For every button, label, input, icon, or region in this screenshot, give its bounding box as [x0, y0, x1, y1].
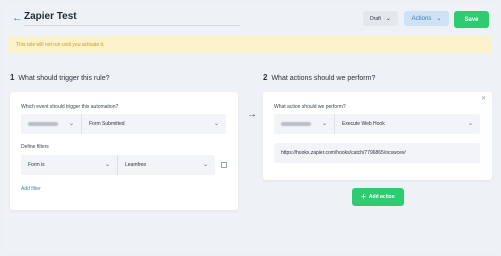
- filters-label: Define filters: [21, 144, 49, 150]
- plus-icon: +: [361, 192, 366, 201]
- filter-operator-value: Form is: [28, 162, 45, 168]
- actions-section-title: 2 What actions should we perform?: [263, 73, 375, 82]
- filter-operator-select[interactable]: Form is ⌄: [21, 155, 117, 175]
- actions-label: Actions: [411, 15, 432, 22]
- chevron-down-icon: ⌄: [202, 162, 208, 168]
- webhook-url-input[interactable]: https://hooks.zapier.com/hooks/catch/779…: [274, 143, 480, 163]
- save-button[interactable]: Save: [454, 11, 489, 28]
- actions-dropdown[interactable]: Actions ⌄: [404, 11, 449, 26]
- add-action-label: Add action: [368, 194, 395, 200]
- event-select[interactable]: ⌄ Form Submitted ⌄: [21, 114, 226, 134]
- chevron-down-icon: ⌄: [213, 121, 219, 127]
- section-title-text: What should trigger this rule?: [18, 75, 110, 82]
- blurred-app-name: [28, 122, 58, 126]
- arrow-right-icon: →: [247, 109, 257, 120]
- chevron-down-icon: ⌄: [436, 15, 442, 22]
- filter-value: Leamfree: [125, 162, 147, 168]
- section-title-text: What actions should we perform?: [271, 75, 376, 82]
- page-title[interactable]: Zapier Test: [24, 11, 77, 22]
- draft-dropdown[interactable]: Draft ⌄: [363, 11, 398, 26]
- action-question: What action should we perform?: [274, 104, 346, 110]
- event-type-select[interactable]: Form Submitted ⌄: [81, 114, 226, 134]
- back-arrow-icon[interactable]: ←: [12, 12, 23, 24]
- warning-text: This rule will not run until you activat…: [16, 41, 105, 48]
- action-value: Execute Web Hook: [342, 121, 385, 127]
- chevron-down-icon: ⌄: [68, 121, 74, 127]
- chevron-down-icon: ⌄: [467, 121, 473, 127]
- blurred-app-name: [281, 122, 311, 126]
- title-underline: [24, 25, 240, 26]
- app-select[interactable]: ⌄: [274, 114, 334, 134]
- add-filter-link[interactable]: Add filter: [21, 186, 41, 192]
- chevron-down-icon: ⌄: [321, 121, 327, 127]
- draft-label: Draft: [370, 15, 381, 22]
- event-question: Which event should trigger this automati…: [21, 104, 119, 110]
- action-select[interactable]: ⌄ Execute Web Hook ⌄: [274, 114, 480, 134]
- action-card: ✕ What action should we perform? ⌄ Execu…: [263, 92, 492, 180]
- action-type-select[interactable]: Execute Web Hook ⌄: [334, 114, 480, 134]
- add-action-button[interactable]: + Add action: [352, 188, 404, 206]
- webhook-url-value: https://hooks.zapier.com/hooks/catch/779…: [281, 150, 406, 156]
- chevron-down-icon: ⌄: [385, 15, 391, 22]
- app-select[interactable]: ⌄: [21, 114, 81, 134]
- chevron-down-icon: ⌄: [104, 162, 110, 168]
- filter-row: Form is ⌄ Leamfree ⌄: [21, 155, 215, 175]
- event-value: Form Submitted: [89, 121, 125, 127]
- trash-icon[interactable]: [221, 162, 227, 168]
- trigger-section-title: 1 What should trigger this rule?: [10, 73, 110, 82]
- close-icon[interactable]: ✕: [481, 95, 486, 102]
- section-number: 1: [10, 73, 15, 82]
- trigger-card: Which event should trigger this automati…: [10, 92, 238, 210]
- inactive-warning-banner: This rule will not run until you activat…: [8, 36, 492, 53]
- filter-value-select[interactable]: Leamfree ⌄: [117, 155, 215, 175]
- section-number: 2: [263, 73, 268, 82]
